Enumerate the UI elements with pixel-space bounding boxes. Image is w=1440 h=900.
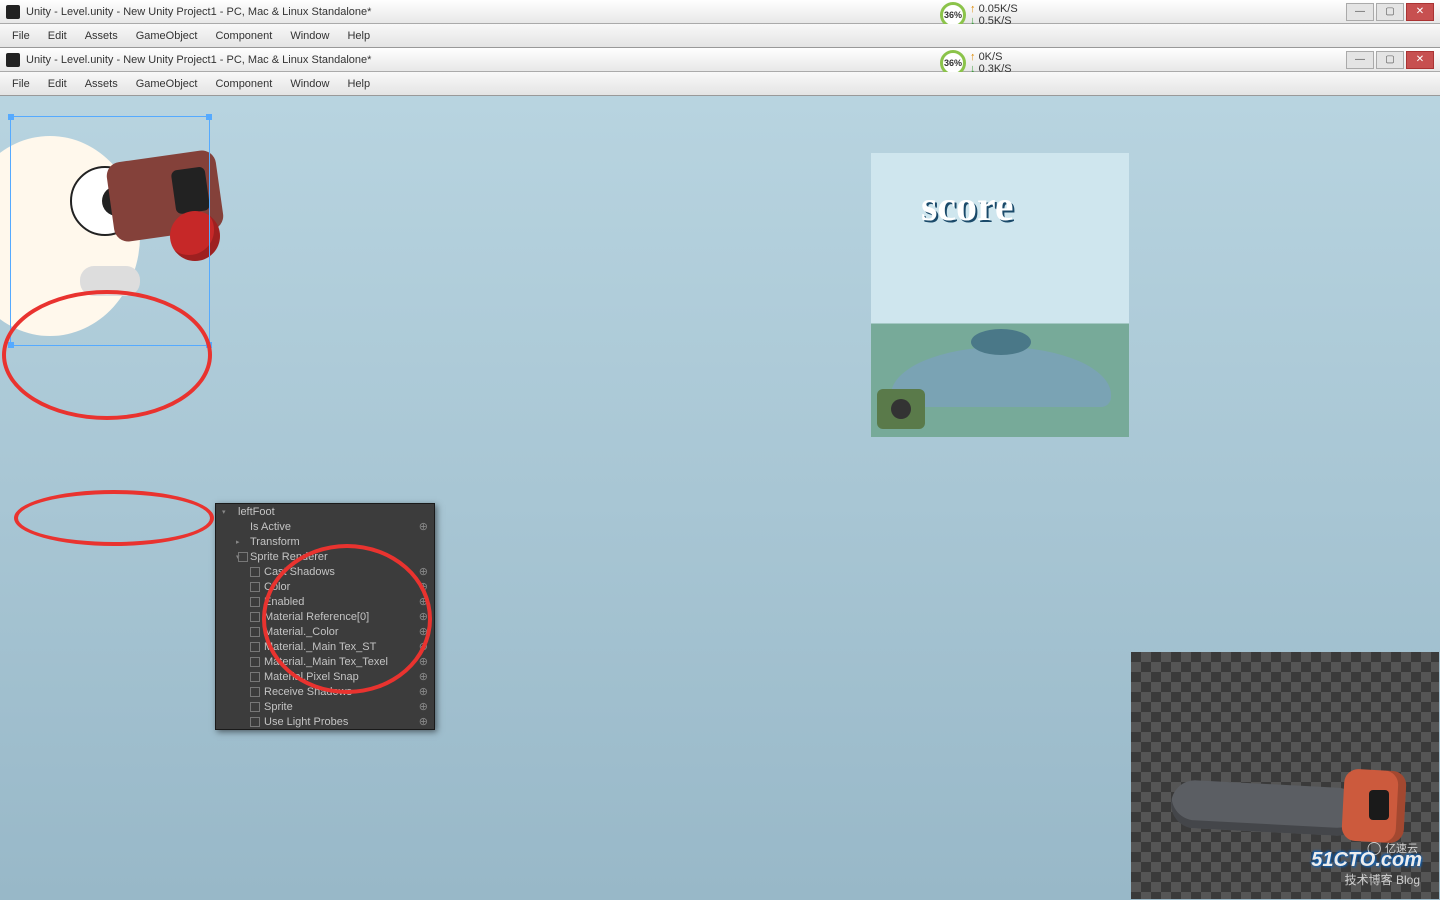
maximize-button[interactable]: ▢ [1376,51,1404,69]
unity-icon [6,53,20,67]
watermark-sub: 技术博客 Blog [1345,871,1420,888]
menu-component[interactable]: Component [207,76,280,92]
menu-file[interactable]: File [4,76,38,92]
menu-gameobject[interactable]: GameObject [128,76,206,92]
minimize-button[interactable]: — [1346,3,1374,21]
unity-icon [6,5,20,19]
popup-property[interactable]: Material._Main Tex_ST⊕ [216,639,434,654]
popup-property[interactable]: Material._Color⊕ [216,624,434,639]
menu-window[interactable]: Window [282,28,337,44]
window-title-1: Unity - Level.unity - New Unity Project1… [26,6,371,18]
watermark-brand: ◯ 亿速云 [1367,840,1418,856]
popup-item[interactable]: ▸Transform [216,534,434,549]
menu-help[interactable]: Help [339,76,378,92]
menu-gameobject[interactable]: GameObject [128,28,206,44]
window-controls-1: — ▢ ✕ [1346,3,1434,21]
close-button[interactable]: ✕ [1406,51,1434,69]
popup-property[interactable]: Cast Shadows⊕ [216,564,434,579]
menu-bar-2[interactable]: File Edit Assets GameObject Component Wi… [0,72,1440,96]
bazooka-sprite [1171,762,1401,852]
menu-assets[interactable]: Assets [77,28,126,44]
window-controls-2: — ▢ ✕ [1346,51,1434,69]
menu-component[interactable]: Component [207,28,280,44]
popup-property[interactable]: Color⊕ [216,579,434,594]
popup-property[interactable]: Material._Main Tex_Texel⊕ [216,654,434,669]
minimize-button[interactable]: — [1346,51,1374,69]
scene-viewport[interactable] [600,118,870,438]
add-curve-popup[interactable]: ▾leftFoot ⊕Is Active ▸Transform ▾Sprite … [215,503,435,730]
popup-property[interactable]: Sprite⊕ [216,699,434,714]
menu-edit[interactable]: Edit [40,28,75,44]
maximize-button[interactable]: ▢ [1376,3,1404,21]
popup-property[interactable]: Use Light Probes⊕ [216,714,434,729]
menu-assets[interactable]: Assets [77,76,126,92]
popup-property[interactable]: Enabled⊕ [216,594,434,609]
popup-root[interactable]: ▾leftFoot [216,504,434,519]
popup-property[interactable]: Material.Pixel Snap⊕ [216,669,434,684]
popup-item[interactable]: ▾Sprite Renderer [216,549,434,564]
menu-edit[interactable]: Edit [40,76,75,92]
popup-property[interactable]: Material Reference[0]⊕ [216,609,434,624]
popup-property[interactable]: Receive Shadows⊕ [216,684,434,699]
score-label: score [921,183,1014,231]
menu-window[interactable]: Window [282,76,337,92]
window-titlebar-2: Unity - Level.unity - New Unity Project1… [0,48,1440,72]
window-title-2: Unity - Level.unity - New Unity Project1… [26,54,371,66]
window-titlebar-1: Unity - Level.unity - New Unity Project1… [0,0,1440,24]
menu-file[interactable]: File [4,28,38,44]
game-viewport: score [871,153,1129,437]
menu-help[interactable]: Help [339,28,378,44]
menu-bar-1[interactable]: File Edit Assets GameObject Component Wi… [0,24,1440,48]
close-button[interactable]: ✕ [1406,3,1434,21]
popup-item[interactable]: ⊕Is Active [216,519,434,534]
